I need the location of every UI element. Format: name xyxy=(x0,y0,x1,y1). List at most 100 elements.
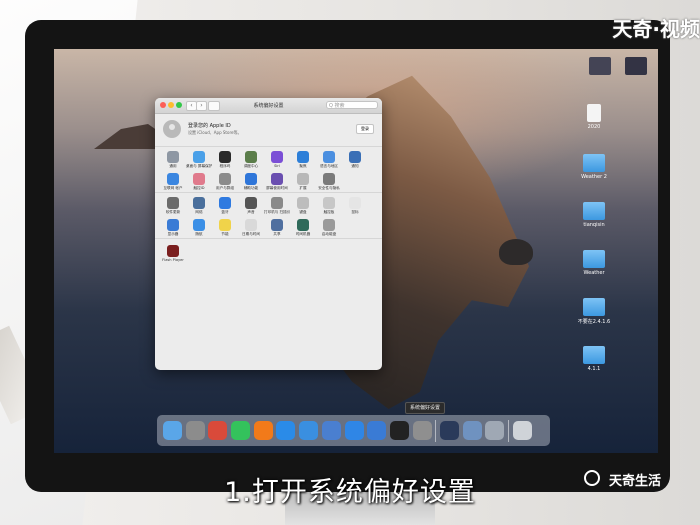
pref-label: 语言与地区 xyxy=(320,164,338,168)
launchpad-icon[interactable] xyxy=(185,421,205,440)
pref-item[interactable]: 打印机与 扫描仪 xyxy=(264,197,290,215)
utility-icon[interactable] xyxy=(485,421,505,440)
folder-icon xyxy=(583,250,605,268)
touch-id-icon xyxy=(193,172,205,185)
pref-item[interactable]: 调度中心 xyxy=(238,151,264,169)
general-icon xyxy=(167,151,179,163)
pref-item[interactable]: 共享 xyxy=(264,218,290,237)
pref-item[interactable]: 触控ID xyxy=(186,172,212,191)
pref-label: 通用 xyxy=(169,164,177,168)
search-field[interactable]: Q 搜索 xyxy=(326,101,378,109)
pref-label: 屏幕使用时间 xyxy=(266,185,288,190)
pref-label: 日期与时间 xyxy=(242,231,260,236)
printers-icon xyxy=(271,197,283,209)
pref-item[interactable]: 通知 xyxy=(342,151,368,169)
pref-label: 随航 xyxy=(195,231,203,236)
safari-alt-icon[interactable] xyxy=(208,421,228,440)
desktop-folder[interactable]: 不要在2.4.1.6 xyxy=(567,298,621,325)
sidecar-icon xyxy=(193,218,205,231)
login-button[interactable]: 登录 xyxy=(356,124,374,134)
desktop-icon xyxy=(193,151,205,163)
extensions-icon xyxy=(297,172,309,185)
dock xyxy=(157,415,550,446)
xcode-icon[interactable] xyxy=(299,421,319,440)
wallpaper-rock xyxy=(499,239,533,265)
desktop-folder[interactable]: Weather xyxy=(567,250,621,276)
pref-flash-player[interactable]: Flash Player xyxy=(160,245,186,263)
desktop-item[interactable]: 2020 xyxy=(567,104,621,130)
network-icon xyxy=(193,197,205,209)
mission-control-icon xyxy=(245,151,257,163)
firefox-icon[interactable] xyxy=(253,421,273,440)
safari-icon[interactable] xyxy=(276,421,296,440)
pref-label: 蓝牙 xyxy=(221,210,229,214)
wechat-icon[interactable] xyxy=(231,421,251,440)
pref-item[interactable]: 日期与时间 xyxy=(238,218,264,237)
files-icon[interactable] xyxy=(321,421,341,440)
pref-item[interactable]: 扩展 xyxy=(290,172,316,191)
pref-item[interactable]: 通用 xyxy=(160,151,186,169)
prefs-section-personal: 通用 桌面与 屏幕保护程序 程序坞 调度中心 Siri 聚焦 语言与地区 通知互联网 帐户 触控… xyxy=(155,147,382,193)
language-icon xyxy=(323,151,335,163)
pref-label: 触控板 xyxy=(323,210,335,214)
time-machine-icon xyxy=(297,218,309,231)
pref-label: 调度中心 xyxy=(243,164,259,168)
trackpad-icon xyxy=(323,197,335,209)
system-preferences-window: ‹ › 系统偏好设置 Q 搜索 登录您的 Apple ID 设置 iCloud、… xyxy=(155,98,382,370)
desktop-item[interactable] xyxy=(609,57,658,77)
pref-item[interactable]: 桌面与 屏幕保护程序 xyxy=(186,151,212,169)
app-store-icon[interactable] xyxy=(344,421,364,440)
pref-item[interactable]: 互联网 帐户 xyxy=(160,172,186,191)
desktop-folder[interactable]: 4.1.1 xyxy=(567,346,621,372)
screenshot-icon xyxy=(625,57,647,75)
pref-label: 通知 xyxy=(351,164,359,168)
finder-icon[interactable] xyxy=(163,421,182,440)
bluetooth-icon xyxy=(219,197,231,209)
pref-item[interactable]: 显示器 xyxy=(160,218,186,237)
flash-player-icon xyxy=(167,245,179,257)
pref-item[interactable]: 语言与地区 xyxy=(316,151,342,169)
accessibility-icon xyxy=(245,172,257,185)
apple-id-banner: 登录您的 Apple ID 设置 iCloud、App Store等。 登录 xyxy=(155,114,382,147)
pref-item[interactable]: 用户与群组 xyxy=(212,172,238,191)
pref-label: 鼠标 xyxy=(351,210,359,214)
pref-item[interactable]: 网络 xyxy=(186,197,212,215)
pref-item[interactable]: 程序坞 xyxy=(212,151,238,169)
pref-item[interactable]: 辅助功能 xyxy=(238,172,264,191)
pref-item[interactable]: 蓝牙 xyxy=(212,197,238,215)
uploader-icon[interactable] xyxy=(367,421,387,440)
desktop-folder[interactable]: tianqisin xyxy=(567,202,621,228)
pref-item[interactable]: 键盘 xyxy=(290,197,316,215)
pref-item[interactable]: 节能 xyxy=(212,218,238,237)
trash-icon[interactable] xyxy=(512,421,532,440)
pref-item[interactable]: 软件更新 xyxy=(160,197,186,215)
pref-item[interactable]: 启动磁盘 xyxy=(316,218,342,237)
apple-id-subtitle: 设置 iCloud、App Store等。 xyxy=(188,130,242,135)
pref-item[interactable]: 随航 xyxy=(186,218,212,237)
desktop-folder[interactable]: Weather 2 xyxy=(567,154,621,180)
pref-label: 显示器 xyxy=(167,231,179,236)
pref-item[interactable]: 安全性与隐私 xyxy=(316,172,342,191)
pref-item[interactable]: 触控板 xyxy=(316,197,342,215)
keyboard-icon xyxy=(297,197,309,209)
avatar[interactable] xyxy=(163,120,181,138)
pref-item[interactable]: 时间机器 xyxy=(290,218,316,237)
quicktime-icon[interactable] xyxy=(439,421,459,440)
pref-item[interactable]: 聚焦 xyxy=(290,151,316,169)
sharing-icon xyxy=(271,218,283,231)
dock-separator xyxy=(508,419,509,442)
sound-icon xyxy=(245,197,257,209)
pref-item[interactable]: 鼠标 xyxy=(342,197,368,215)
pref-item[interactable]: 声音 xyxy=(238,197,264,215)
pref-item[interactable]: 屏幕使用时间 xyxy=(264,172,290,191)
preview-icon[interactable] xyxy=(462,421,482,440)
pref-label: 用户与群组 xyxy=(216,185,234,190)
system-preferences-icon[interactable] xyxy=(412,421,432,440)
pref-label: 键盘 xyxy=(299,210,307,214)
pref-label: 程序坞 xyxy=(219,164,231,168)
pref-item[interactable]: Siri xyxy=(264,151,290,169)
terminal-icon[interactable] xyxy=(389,421,409,440)
users-icon xyxy=(219,172,231,185)
prefs-section-hardware: 软件更新 网络 蓝牙 声音 打印机与 扫描仪 键盘 触控板 鼠标显示器 随航 节能 日期与时间 共享 时… xyxy=(155,193,382,239)
pref-label: 时间机器 xyxy=(295,231,311,236)
